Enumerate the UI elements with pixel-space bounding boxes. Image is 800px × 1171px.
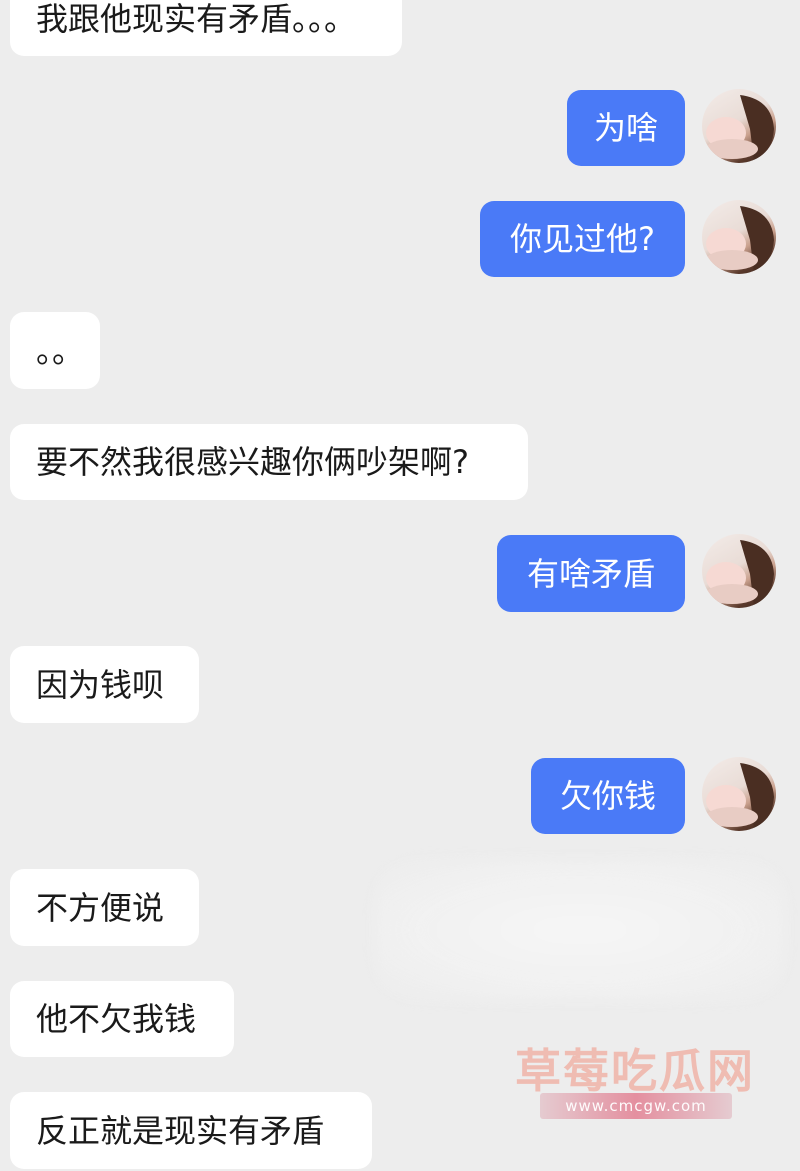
blurred-redaction bbox=[375, 860, 785, 1000]
message-text: 。。 bbox=[36, 331, 85, 370]
message-text: 有啥矛盾 bbox=[526, 554, 655, 593]
avatar-photo-icon bbox=[706, 206, 774, 272]
message-text: 你见过他? bbox=[510, 220, 655, 258]
user-avatar[interactable] bbox=[702, 89, 776, 163]
message-bubble-incoming[interactable]: 反正就是现实有矛盾 bbox=[10, 1092, 372, 1169]
message-bubble-incoming[interactable]: 他不欠我钱 bbox=[10, 981, 234, 1057]
message-bubble-outgoing[interactable]: 欠你钱 bbox=[531, 758, 685, 834]
watermark-url: www.cmcgw.com bbox=[540, 1093, 732, 1119]
chat-transcript: 我跟他现实有矛盾。。。 为啥 你见过他? 。。 要不然我很感兴趣你俩吵架啊? 有… bbox=[0, 0, 800, 1171]
avatar-photo-icon bbox=[706, 540, 774, 606]
message-bubble-incoming[interactable]: 。。 bbox=[10, 312, 100, 389]
message-text: 要不然我很感兴趣你俩吵架啊? bbox=[36, 443, 469, 481]
avatar-photo-icon bbox=[706, 95, 774, 161]
message-text: 我跟他现实有矛盾。。。 bbox=[36, 0, 357, 38]
watermark-logo: 草莓吃瓜网 bbox=[515, 1044, 755, 1098]
message-bubble-incoming[interactable]: 不方便说 bbox=[10, 869, 199, 946]
message-text: 他不欠我钱 bbox=[36, 1000, 197, 1038]
user-avatar[interactable] bbox=[702, 200, 776, 274]
message-text: 反正就是现实有矛盾 bbox=[36, 1111, 325, 1150]
message-bubble-incoming[interactable]: 要不然我很感兴趣你俩吵架啊? bbox=[10, 424, 528, 500]
message-text: 欠你钱 bbox=[559, 777, 656, 815]
user-avatar[interactable] bbox=[702, 757, 776, 831]
message-bubble-outgoing[interactable]: 有啥矛盾 bbox=[497, 535, 685, 612]
user-avatar[interactable] bbox=[702, 534, 776, 608]
message-text: 因为钱呗 bbox=[36, 665, 165, 704]
message-bubble-outgoing[interactable]: 为啥 bbox=[567, 90, 685, 166]
message-text: 为啥 bbox=[593, 109, 658, 147]
message-bubble-incoming[interactable]: 我跟他现实有矛盾。。。 bbox=[10, 0, 402, 56]
message-bubble-incoming[interactable]: 因为钱呗 bbox=[10, 646, 199, 723]
message-bubble-outgoing[interactable]: 你见过他? bbox=[480, 201, 685, 277]
message-text: 不方便说 bbox=[36, 888, 165, 927]
avatar-photo-icon bbox=[706, 763, 774, 829]
